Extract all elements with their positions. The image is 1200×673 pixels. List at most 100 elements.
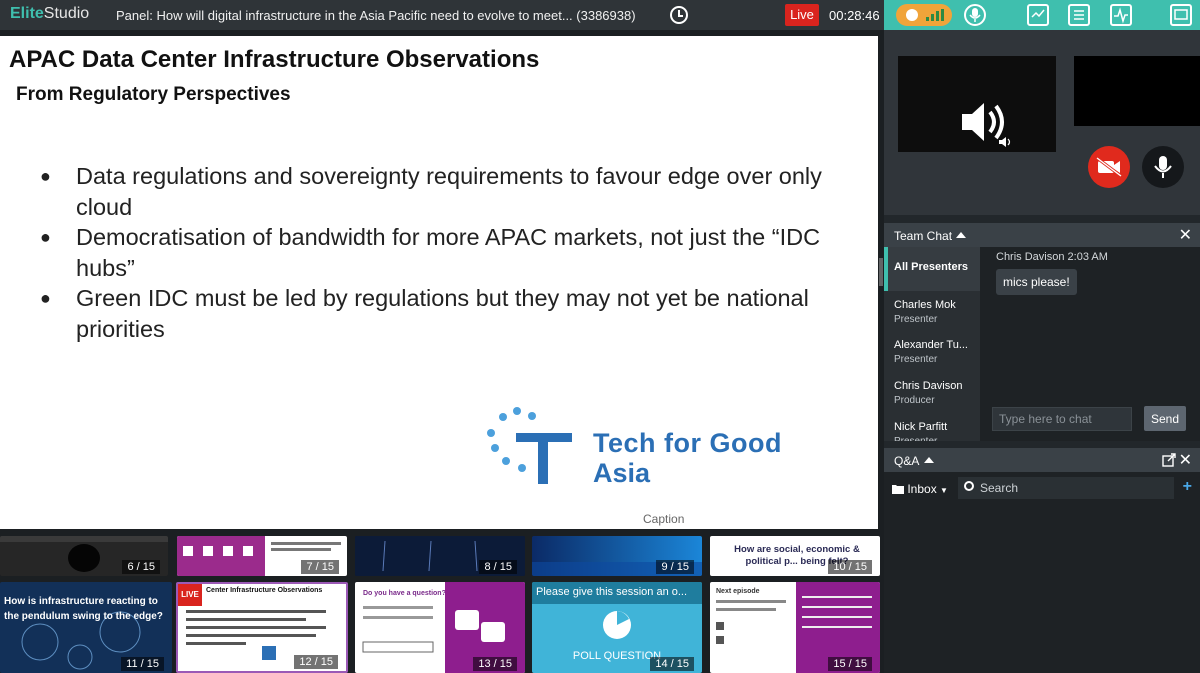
qa-title: Q&A [894, 454, 920, 468]
presentation-icon[interactable] [1027, 4, 1049, 26]
search-icon [964, 481, 974, 491]
recipient-name: Chris Davison [894, 380, 963, 392]
brand-logo: EliteStudio [10, 5, 89, 23]
logo-text-line2: Asia [593, 458, 651, 488]
session-timer: 00:28:46 [829, 8, 880, 23]
logo-text-line1: Tech for Good [593, 428, 782, 458]
folder-icon [892, 485, 904, 494]
chevron-up-icon[interactable] [924, 456, 934, 464]
brand-light: Studio [43, 5, 90, 22]
thumbnail-slide[interactable]: 8 / 15 [355, 536, 525, 576]
popout-icon[interactable] [1162, 453, 1176, 467]
recipient-name: Alexander Tu... [894, 339, 968, 351]
thumbnail-number: 15 / 15 [828, 657, 872, 671]
chat-recipient[interactable]: Chris Davison Producer [884, 380, 980, 406]
thumbnail-number: 13 / 15 [473, 657, 517, 671]
camera-off-icon [1096, 156, 1122, 178]
live-thumbnail-badge: LIVE [178, 584, 202, 606]
team-chat-title: Team Chat [894, 229, 953, 243]
send-button[interactable]: Send [1144, 406, 1186, 431]
document-icon[interactable] [1068, 4, 1090, 26]
volume-icon[interactable] [998, 136, 1012, 148]
slide-thumbnails: 6 / 15 7 / 15 8 / 15 9 / 15 How are soci… [0, 532, 880, 673]
chat-messages-pane: Chris Davison 2:03 AM mics please! Send [980, 247, 1200, 441]
video-tile[interactable] [1074, 56, 1200, 126]
user-status-dot [906, 9, 918, 21]
thumbnail-slide[interactable]: How are social, economic & political p..… [710, 536, 880, 576]
team-chat-header[interactable]: Team Chat ✕ [884, 223, 1200, 247]
thumbnail-number: 9 / 15 [656, 560, 694, 574]
panel-resize-handle[interactable] [879, 258, 883, 286]
message-bubble: mics please! [996, 269, 1077, 295]
caret-down-icon: ▼ [940, 486, 948, 495]
recipient-role: Presenter [894, 436, 980, 441]
chat-recipient[interactable]: Alexander Tu... Presenter [884, 339, 980, 365]
inbox-dropdown[interactable]: Inbox ▼ [892, 482, 948, 496]
thumbnail-slide[interactable]: Next episode 15 / 15 [710, 582, 880, 673]
message-author: Chris Davison [996, 251, 1065, 263]
qa-search-input[interactable] [980, 480, 1165, 496]
thumbnail-slide[interactable]: 6 / 15 [0, 536, 168, 576]
thumbnail-caption: How is infrastructure reacting to the pe… [4, 596, 163, 622]
chat-input[interactable] [992, 407, 1132, 431]
video-panel [884, 30, 1200, 215]
right-panel: Team Chat ✕ All Presenters Charles Mok P… [884, 30, 1200, 673]
thumbnail-slide[interactable]: Do you have a question? 13 / 15 [355, 582, 525, 673]
thumbnail-number: 14 / 15 [650, 657, 694, 671]
brand-bold: Elite [10, 5, 44, 22]
thumbnail-slide-current[interactable]: LIVE Center Infrastructure Observations … [176, 582, 348, 673]
bullet-item: Democratisation of bandwidth for more AP… [40, 222, 876, 283]
bullet-item: Data regulations and sovereignty require… [40, 161, 876, 222]
thumbnail-caption: Center Infrastructure Observations [206, 587, 323, 594]
control-toolbar [884, 0, 1200, 30]
recipient-name: Charles Mok [894, 299, 956, 311]
microphone-icon [1154, 156, 1172, 178]
activity-icon[interactable] [1110, 4, 1132, 26]
thumbnail-number: 8 / 15 [479, 560, 517, 574]
clock-icon[interactable] [670, 6, 688, 24]
chat-recipient[interactable]: Charles Mok Presenter [884, 299, 980, 325]
close-icon[interactable]: ✕ [1179, 450, 1192, 470]
recipient-name: All Presenters [894, 261, 968, 273]
thumbnail-number: 10 / 15 [828, 560, 872, 574]
signal-bars [926, 9, 944, 21]
screen-share-icon[interactable] [1170, 4, 1192, 26]
slide-title: APAC Data Center Infrastructure Observat… [9, 46, 540, 73]
qa-search[interactable] [958, 477, 1174, 499]
thumbnail-slide[interactable]: How is infrastructure reacting to the pe… [0, 582, 172, 673]
tech-for-good-logo: Tech for Good Asia [486, 406, 846, 491]
recipient-name: Nick Parfitt [894, 421, 948, 433]
bullet-item: Green IDC must be led by regulations but… [40, 283, 876, 344]
mic-icon[interactable] [964, 4, 986, 26]
recipient-role: Presenter [894, 354, 938, 365]
thumbnail-caption: Please give this session an o... [536, 586, 688, 598]
add-question-icon[interactable]: + [1183, 478, 1192, 496]
logo-mark-icon [487, 407, 572, 484]
thumbnail-number: 7 / 15 [301, 560, 339, 574]
qa-pane: Inbox ▼ + [884, 472, 1200, 673]
chat-recipient-list: All Presenters Charles Mok Presenter Ale… [884, 247, 980, 441]
inbox-label: Inbox [907, 482, 937, 496]
thumbnail-slide[interactable]: 7 / 15 [177, 536, 347, 576]
slide-bullets: Data regulations and sovereignty require… [40, 161, 876, 344]
live-badge: Live [785, 4, 819, 26]
thumbnail-number: 11 / 15 [121, 657, 164, 671]
thumbnail-number: 12 / 15 [294, 655, 338, 669]
camera-off-button[interactable] [1088, 146, 1130, 188]
qa-header[interactable]: Q&A ✕ [884, 448, 1200, 472]
recipient-role: Producer [894, 395, 935, 406]
signal-icon[interactable] [896, 4, 952, 26]
thumbnail-slide[interactable]: Please give this session an o... POLL QU… [532, 582, 702, 673]
close-icon[interactable]: ✕ [1179, 225, 1192, 245]
video-tile[interactable] [898, 56, 1056, 152]
chevron-up-icon[interactable] [956, 231, 966, 239]
chat-recipient-all-presenters[interactable]: All Presenters [884, 247, 980, 291]
thumbnail-number: 6 / 15 [122, 560, 160, 574]
caption-label[interactable]: Caption [643, 512, 684, 526]
mic-button[interactable] [1142, 146, 1184, 188]
slide-subtitle: From Regulatory Perspectives [16, 84, 291, 105]
top-bar: EliteStudio Panel: How will digital infr… [0, 0, 1200, 30]
thumbnail-slide[interactable]: 9 / 15 [532, 536, 702, 576]
message-meta: Chris Davison 2:03 AM [996, 251, 1108, 263]
chat-recipient[interactable]: Nick Parfitt Presenter [884, 421, 980, 441]
